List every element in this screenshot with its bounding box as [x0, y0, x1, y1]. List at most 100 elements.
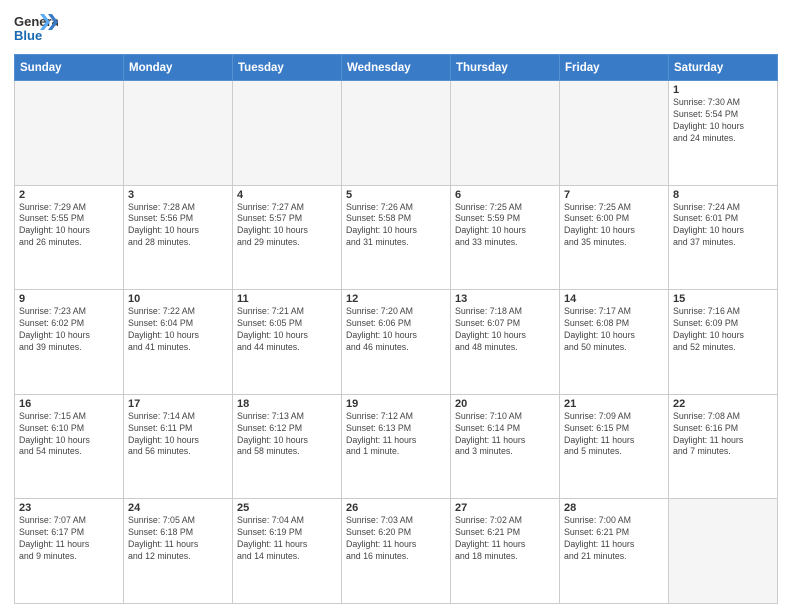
day-number: 15: [673, 293, 773, 305]
day-info: Sunrise: 7:18 AMSunset: 6:07 PMDaylight:…: [455, 306, 555, 354]
day-of-week-header: Friday: [560, 55, 669, 81]
day-number: 28: [564, 502, 664, 514]
calendar-cell: 7Sunrise: 7:25 AMSunset: 6:00 PMDaylight…: [560, 185, 669, 290]
calendar-cell: 16Sunrise: 7:15 AMSunset: 6:10 PMDayligh…: [15, 394, 124, 499]
calendar-cell: 10Sunrise: 7:22 AMSunset: 6:04 PMDayligh…: [124, 290, 233, 395]
day-number: 26: [346, 502, 446, 514]
calendar-cell: 17Sunrise: 7:14 AMSunset: 6:11 PMDayligh…: [124, 394, 233, 499]
calendar-cell: [451, 81, 560, 186]
day-info: Sunrise: 7:20 AMSunset: 6:06 PMDaylight:…: [346, 306, 446, 354]
day-of-week-header: Sunday: [15, 55, 124, 81]
day-number: 3: [128, 189, 228, 201]
day-number: 9: [19, 293, 119, 305]
calendar-cell: [342, 81, 451, 186]
day-of-week-header: Tuesday: [233, 55, 342, 81]
calendar-cell: [669, 499, 778, 604]
calendar-cell: 28Sunrise: 7:00 AMSunset: 6:21 PMDayligh…: [560, 499, 669, 604]
day-number: 2: [19, 189, 119, 201]
day-info: Sunrise: 7:12 AMSunset: 6:13 PMDaylight:…: [346, 411, 446, 459]
calendar-cell: [124, 81, 233, 186]
day-info: Sunrise: 7:28 AMSunset: 5:56 PMDaylight:…: [128, 202, 228, 250]
day-number: 14: [564, 293, 664, 305]
calendar-cell: 9Sunrise: 7:23 AMSunset: 6:02 PMDaylight…: [15, 290, 124, 395]
day-number: 25: [237, 502, 337, 514]
calendar-cell: 21Sunrise: 7:09 AMSunset: 6:15 PMDayligh…: [560, 394, 669, 499]
calendar-cell: 1Sunrise: 7:30 AMSunset: 5:54 PMDaylight…: [669, 81, 778, 186]
day-info: Sunrise: 7:22 AMSunset: 6:04 PMDaylight:…: [128, 306, 228, 354]
svg-text:Blue: Blue: [14, 28, 42, 43]
day-info: Sunrise: 7:13 AMSunset: 6:12 PMDaylight:…: [237, 411, 337, 459]
day-info: Sunrise: 7:30 AMSunset: 5:54 PMDaylight:…: [673, 97, 773, 145]
day-number: 6: [455, 189, 555, 201]
day-info: Sunrise: 7:23 AMSunset: 6:02 PMDaylight:…: [19, 306, 119, 354]
calendar-cell: 27Sunrise: 7:02 AMSunset: 6:21 PMDayligh…: [451, 499, 560, 604]
day-info: Sunrise: 7:00 AMSunset: 6:21 PMDaylight:…: [564, 515, 664, 563]
day-number: 10: [128, 293, 228, 305]
day-info: Sunrise: 7:09 AMSunset: 6:15 PMDaylight:…: [564, 411, 664, 459]
calendar-cell: 26Sunrise: 7:03 AMSunset: 6:20 PMDayligh…: [342, 499, 451, 604]
day-info: Sunrise: 7:07 AMSunset: 6:17 PMDaylight:…: [19, 515, 119, 563]
day-of-week-header: Thursday: [451, 55, 560, 81]
day-of-week-header: Monday: [124, 55, 233, 81]
day-number: 4: [237, 189, 337, 201]
calendar-cell: 23Sunrise: 7:07 AMSunset: 6:17 PMDayligh…: [15, 499, 124, 604]
page: General Blue SundayMondayTuesdayWednesda…: [0, 0, 792, 612]
day-info: Sunrise: 7:25 AMSunset: 5:59 PMDaylight:…: [455, 202, 555, 250]
calendar-cell: 15Sunrise: 7:16 AMSunset: 6:09 PMDayligh…: [669, 290, 778, 395]
day-info: Sunrise: 7:29 AMSunset: 5:55 PMDaylight:…: [19, 202, 119, 250]
calendar-week-row: 1Sunrise: 7:30 AMSunset: 5:54 PMDaylight…: [15, 81, 778, 186]
logo-text-block: General Blue: [14, 10, 58, 48]
day-number: 1: [673, 84, 773, 96]
day-number: 8: [673, 189, 773, 201]
calendar-cell: 4Sunrise: 7:27 AMSunset: 5:57 PMDaylight…: [233, 185, 342, 290]
day-number: 5: [346, 189, 446, 201]
day-number: 23: [19, 502, 119, 514]
calendar-cell: 19Sunrise: 7:12 AMSunset: 6:13 PMDayligh…: [342, 394, 451, 499]
logo-svg: General Blue: [14, 10, 58, 48]
day-number: 13: [455, 293, 555, 305]
day-number: 18: [237, 398, 337, 410]
calendar-cell: [15, 81, 124, 186]
day-info: Sunrise: 7:16 AMSunset: 6:09 PMDaylight:…: [673, 306, 773, 354]
calendar-cell: 20Sunrise: 7:10 AMSunset: 6:14 PMDayligh…: [451, 394, 560, 499]
day-info: Sunrise: 7:14 AMSunset: 6:11 PMDaylight:…: [128, 411, 228, 459]
calendar-cell: 3Sunrise: 7:28 AMSunset: 5:56 PMDaylight…: [124, 185, 233, 290]
calendar-cell: 12Sunrise: 7:20 AMSunset: 6:06 PMDayligh…: [342, 290, 451, 395]
header: General Blue: [14, 10, 778, 48]
calendar-cell: 24Sunrise: 7:05 AMSunset: 6:18 PMDayligh…: [124, 499, 233, 604]
day-number: 17: [128, 398, 228, 410]
day-number: 21: [564, 398, 664, 410]
calendar-cell: 18Sunrise: 7:13 AMSunset: 6:12 PMDayligh…: [233, 394, 342, 499]
day-info: Sunrise: 7:04 AMSunset: 6:19 PMDaylight:…: [237, 515, 337, 563]
day-info: Sunrise: 7:17 AMSunset: 6:08 PMDaylight:…: [564, 306, 664, 354]
day-number: 11: [237, 293, 337, 305]
calendar-cell: [233, 81, 342, 186]
calendar-table: SundayMondayTuesdayWednesdayThursdayFrid…: [14, 54, 778, 604]
calendar-cell: 6Sunrise: 7:25 AMSunset: 5:59 PMDaylight…: [451, 185, 560, 290]
day-of-week-header: Saturday: [669, 55, 778, 81]
day-info: Sunrise: 7:03 AMSunset: 6:20 PMDaylight:…: [346, 515, 446, 563]
day-info: Sunrise: 7:02 AMSunset: 6:21 PMDaylight:…: [455, 515, 555, 563]
day-number: 7: [564, 189, 664, 201]
day-info: Sunrise: 7:08 AMSunset: 6:16 PMDaylight:…: [673, 411, 773, 459]
calendar-cell: 5Sunrise: 7:26 AMSunset: 5:58 PMDaylight…: [342, 185, 451, 290]
calendar-header-row: SundayMondayTuesdayWednesdayThursdayFrid…: [15, 55, 778, 81]
day-info: Sunrise: 7:05 AMSunset: 6:18 PMDaylight:…: [128, 515, 228, 563]
calendar-week-row: 16Sunrise: 7:15 AMSunset: 6:10 PMDayligh…: [15, 394, 778, 499]
day-of-week-header: Wednesday: [342, 55, 451, 81]
calendar-week-row: 2Sunrise: 7:29 AMSunset: 5:55 PMDaylight…: [15, 185, 778, 290]
calendar-body: 1Sunrise: 7:30 AMSunset: 5:54 PMDaylight…: [15, 81, 778, 604]
calendar-cell: 8Sunrise: 7:24 AMSunset: 6:01 PMDaylight…: [669, 185, 778, 290]
day-info: Sunrise: 7:25 AMSunset: 6:00 PMDaylight:…: [564, 202, 664, 250]
day-info: Sunrise: 7:24 AMSunset: 6:01 PMDaylight:…: [673, 202, 773, 250]
calendar-week-row: 23Sunrise: 7:07 AMSunset: 6:17 PMDayligh…: [15, 499, 778, 604]
day-number: 20: [455, 398, 555, 410]
day-info: Sunrise: 7:27 AMSunset: 5:57 PMDaylight:…: [237, 202, 337, 250]
day-number: 22: [673, 398, 773, 410]
calendar-cell: 25Sunrise: 7:04 AMSunset: 6:19 PMDayligh…: [233, 499, 342, 604]
day-number: 16: [19, 398, 119, 410]
logo: General Blue: [14, 10, 58, 48]
day-info: Sunrise: 7:15 AMSunset: 6:10 PMDaylight:…: [19, 411, 119, 459]
day-info: Sunrise: 7:26 AMSunset: 5:58 PMDaylight:…: [346, 202, 446, 250]
day-number: 19: [346, 398, 446, 410]
